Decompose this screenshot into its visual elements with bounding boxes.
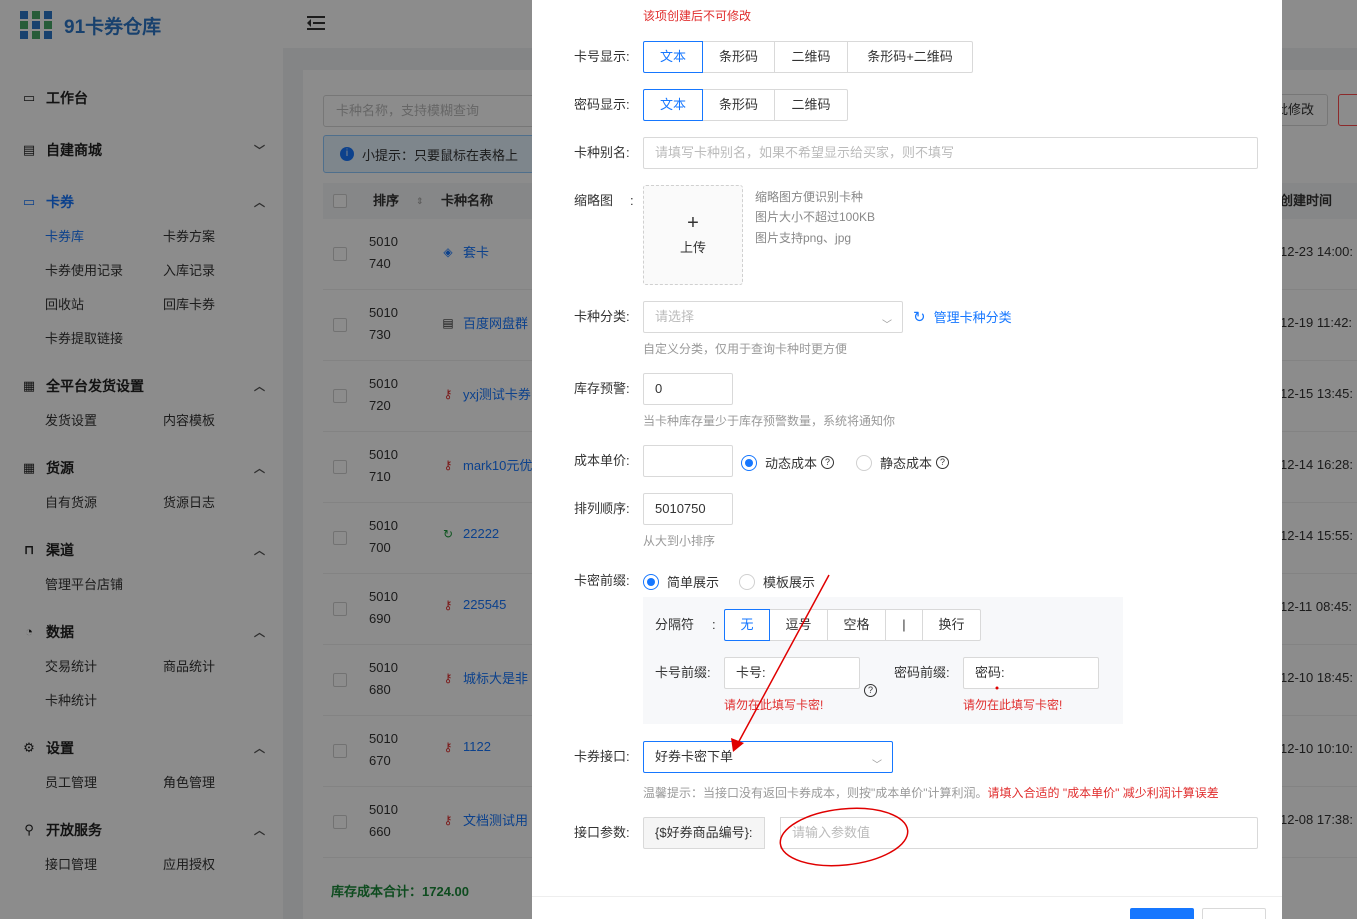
category-placeholder: 请选择 — [655, 309, 695, 324]
card-prefix-warning: 请勿在此填写卡密! — [724, 698, 824, 712]
manage-category-label: 管理卡种分类 — [933, 310, 1012, 325]
thumb-colon: : — [630, 193, 634, 208]
radio-dot — [739, 573, 755, 590]
segment-option[interactable]: 二维码 — [774, 89, 848, 121]
segment-option[interactable]: 条形码 — [702, 89, 775, 121]
simple-display-label: 简单展示 — [667, 575, 720, 590]
help-icon[interactable]: ? — [864, 684, 877, 697]
plus-icon: + — [687, 212, 699, 234]
thumb-label: 缩略图 — [574, 193, 614, 208]
segment-option[interactable]: 文本 — [643, 41, 703, 73]
segment-option[interactable]: 无 — [724, 609, 770, 641]
category-hint: 自定义分类，仅用于查询卡种时更方便 — [643, 342, 848, 356]
api-hint: 温馨提示：当接口没有返回卡券成本，则按"成本单价"计算利润。请填入合适的 "成本… — [643, 784, 1243, 801]
pwd-display-selector: 文本 条形码 二维码 — [643, 89, 848, 121]
api-param-label: 接口参数: — [574, 825, 630, 840]
thumb-note-3: 图片支持png、jpg — [755, 231, 852, 245]
stock-warn-label: 库存预警: — [574, 381, 630, 396]
pwd-prefix-label: 密码前缀: — [894, 665, 950, 680]
segment-option[interactable]: | — [885, 609, 923, 641]
thumbnail-upload[interactable]: + 上传 — [643, 185, 743, 285]
pwd-display-label: 密码显示: — [574, 97, 630, 112]
stock-warn-hint: 当卡种库存量少于库存预警数量，系统将通知你 — [643, 414, 896, 428]
static-cost-label: 静态成本 — [880, 456, 933, 471]
api-hint-warning: 请填入合适的 "成本单价" 减少利润计算误差 — [987, 786, 1219, 800]
dynamic-cost-radio[interactable]: 动态成本 ? — [741, 453, 835, 472]
segment-option[interactable]: 条形码+二维码 — [847, 41, 973, 73]
alias-input[interactable]: 请填写卡种别名，如果不希望显示给买家，则不填写 — [643, 137, 1258, 169]
pwd-prefix-warning: 请勿在此填写卡密! — [963, 698, 1063, 712]
manage-category-link[interactable]: ↻ 管理卡种分类 — [913, 307, 1012, 326]
segment-option[interactable]: 空格 — [827, 609, 886, 641]
segment-option[interactable]: 逗号 — [769, 609, 828, 641]
prefix-label: 卡密前缀: — [574, 573, 630, 588]
unit-cost-input[interactable] — [643, 445, 733, 477]
separator-label: 分隔符 — [655, 617, 695, 632]
segment-option[interactable]: 文本 — [643, 89, 703, 121]
chevron-down-icon: ﹀ — [882, 320, 892, 331]
radio-dot — [643, 573, 659, 590]
immutable-note: 该项创建后不可修改 — [643, 9, 752, 23]
radio-dot — [741, 454, 757, 471]
alias-label: 卡种别名: — [574, 145, 630, 160]
card-prefix-input[interactable]: 卡号: — [724, 657, 860, 689]
help-icon[interactable]: ? — [821, 456, 835, 469]
dynamic-cost-label: 动态成本 — [765, 456, 818, 471]
api-value: 好券卡密下单 — [655, 749, 734, 764]
radio-dot — [856, 454, 872, 471]
chevron-down-icon: ﹀ — [872, 760, 882, 771]
refresh-icon: ↻ — [913, 308, 926, 326]
confirm-button[interactable] — [1130, 908, 1194, 919]
category-select[interactable]: 请选择 ﹀ — [643, 301, 903, 333]
segment-option[interactable]: 条形码 — [702, 41, 775, 73]
api-select[interactable]: 好券卡密下单 ﹀ — [643, 741, 893, 773]
upload-label: 上传 — [679, 240, 706, 255]
separator-selector: 无逗号 空格 | 换行 — [724, 609, 981, 641]
thumb-note-1: 缩略图方便识别卡种 — [755, 190, 864, 204]
card-prefix-label: 卡号前缀: — [655, 665, 711, 680]
api-param-addon: {$好券商品编号}: — [643, 817, 765, 849]
cancel-button[interactable] — [1202, 908, 1266, 919]
sort-order-hint: 从大到小排序 — [643, 534, 716, 548]
static-cost-radio[interactable]: 静态成本 ? — [856, 453, 950, 472]
simple-display-radio[interactable]: 简单展示 — [643, 572, 719, 591]
pwd-prefix-input[interactable]: 密码: — [963, 657, 1099, 689]
sort-order-input[interactable]: 5010750 — [643, 493, 733, 525]
api-hint-text: 温馨提示：当接口没有返回卡券成本，则按"成本单价"计算利润。 — [643, 786, 988, 800]
unit-cost-label: 成本单价: — [574, 453, 630, 468]
template-display-radio[interactable]: 模板展示 — [739, 572, 815, 591]
stock-warn-input[interactable]: 0 — [643, 373, 733, 405]
api-label: 卡券接口: — [574, 749, 630, 764]
segment-option[interactable]: 换行 — [922, 609, 981, 641]
thumb-note-2: 图片大小不超过100KB — [755, 210, 876, 224]
help-icon[interactable]: ? — [936, 456, 950, 469]
sort-order-label: 排列顺序: — [574, 501, 630, 516]
separator-colon: : — [712, 617, 716, 632]
api-param-input[interactable]: 请输入参数值 — [780, 817, 1258, 849]
template-display-label: 模板展示 — [763, 575, 816, 590]
card-display-label: 卡号显示: — [574, 49, 630, 64]
segment-option[interactable]: 二维码 — [774, 41, 848, 73]
category-label: 卡种分类: — [574, 309, 630, 324]
card-display-selector: 文本 条形码 二维码 条形码+二维码 — [643, 41, 973, 73]
